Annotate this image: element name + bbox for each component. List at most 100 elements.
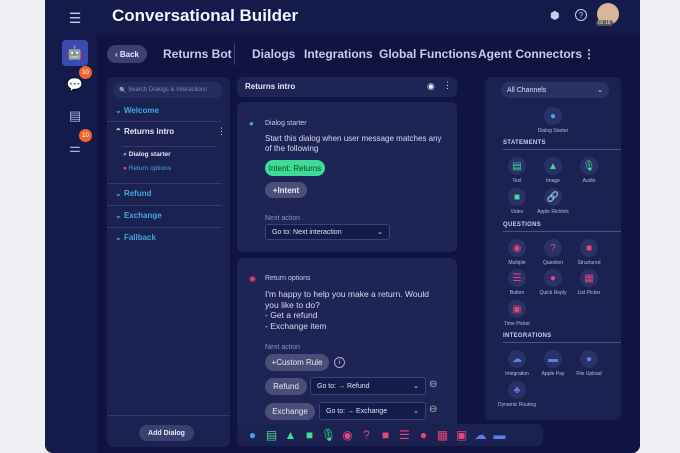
card-label: Dialog starter <box>265 120 307 127</box>
bot-icon[interactable]: 🤖 <box>62 40 88 66</box>
sidebar-item-exchange[interactable]: ⌄ Exchange <box>115 211 162 220</box>
section-questions: QUESTIONS <box>503 222 622 232</box>
cloud-icon[interactable]: ☁ <box>471 428 490 442</box>
sidebar-subitem-return-options[interactable]: ● Return options <box>123 165 171 172</box>
tool-apple-pay[interactable]: ▬ Apple Pay <box>533 350 573 377</box>
tool-multiple[interactable]: ◉ Multiple <box>497 239 537 266</box>
search-placeholder: Search Dialogs & Interactions <box>128 87 208 93</box>
next-action-label: Next action <box>265 215 301 222</box>
intent-chip[interactable]: Intent: Returns <box>265 160 325 176</box>
search-input[interactable]: 🔍 Search Dialogs & Interactions <box>113 82 223 98</box>
sidebar-subitem-dialog-starter[interactable]: ● Dialog starter <box>123 151 171 158</box>
image-icon[interactable]: ▲ <box>281 428 300 442</box>
tool-structured[interactable]: ■ Structured <box>569 239 609 266</box>
tool-list-picker[interactable]: ▦ List Picker <box>569 269 609 296</box>
tool-dynamic-routing[interactable]: ♣ Dynamic Routing <box>497 381 537 408</box>
main-area: ‹ Back Returns Bot Dialogs Integrations … <box>97 35 640 453</box>
tool-dialog-starter[interactable]: ● Dialog Starter <box>533 107 573 134</box>
avatar-time: 02:18 <box>596 20 613 26</box>
rule-goto-exchange[interactable]: Go to: → Exchange ⌄ <box>319 402 426 420</box>
custom-rule-button[interactable]: +Custom Rule <box>265 354 329 371</box>
channel-select[interactable]: All Channels ⌄ <box>501 82 609 98</box>
tab-dialogs[interactable]: Dialogs <box>252 47 295 61</box>
tool-file-upload[interactable]: ● File Upload <box>569 350 609 377</box>
tool-question[interactable]: ? Question <box>533 239 573 266</box>
tool-text[interactable]: ▤ Text <box>497 157 537 184</box>
divider <box>107 183 222 184</box>
info-icon[interactable]: i <box>334 357 345 368</box>
dialog-title: Returns intro <box>245 82 296 91</box>
tool-integration[interactable]: ☁ Integration <box>497 350 537 377</box>
back-button[interactable]: ‹ Back <box>107 45 147 63</box>
divider <box>122 146 217 147</box>
remove-icon[interactable]: ⊖ <box>429 404 437 415</box>
next-action-label: Next action <box>265 344 301 351</box>
sidebar-item-fallback[interactable]: ⌄ Fallback <box>115 233 156 242</box>
menu-icon[interactable]: ☰ <box>65 8 85 28</box>
rule-chip-refund[interactable]: Refund <box>265 378 307 395</box>
multiple-icon[interactable]: ◉ <box>338 428 357 442</box>
tab-integrations[interactable]: Integrations <box>304 47 373 61</box>
divider <box>107 205 222 206</box>
analytics-icon[interactable]: ▤ <box>62 103 88 129</box>
section-statements: STATEMENTS <box>503 140 621 150</box>
sidebar-item-welcome[interactable]: ⌄ Welcome <box>115 106 159 115</box>
video-icon[interactable]: ■ <box>300 428 319 442</box>
bot-name: Returns Bot <box>163 47 232 61</box>
page-title: Conversational Builder <box>112 6 299 25</box>
tool-image[interactable]: ▲ Image <box>533 157 573 184</box>
add-intent-button[interactable]: +Intent <box>265 182 307 198</box>
button-icon[interactable]: ☰ <box>395 428 414 442</box>
badge: 10 <box>79 66 92 79</box>
cube-icon[interactable]: ⬢ <box>550 9 560 22</box>
tool-audio[interactable]: 🎙 Audio <box>569 157 609 184</box>
options-text: I'm happy to help you make a return. Wou… <box>265 289 429 331</box>
conversations-icon[interactable]: 💬 10 <box>62 66 92 98</box>
dialog-starter-icon[interactable]: ● <box>243 428 262 442</box>
more-icon[interactable]: ⋮ <box>583 47 595 61</box>
tool-time-picker[interactable]: ▣ Time Picker <box>497 300 537 327</box>
starter-text: Start this dialog when user message matc… <box>265 134 442 153</box>
sidebar-item-returns-intro[interactable]: ⌃ Returns intro <box>115 127 174 136</box>
left-rail: ☰ 🤖 💬 10 ▤ ⚌ 10 <box>45 0 97 453</box>
chat-icon: ● <box>249 119 254 128</box>
badge: 10 <box>79 129 92 142</box>
component-palette: All Channels ⌄ ● Dialog Starter STATEMENTS… <box>485 77 622 420</box>
list-picker-icon[interactable]: ▦ <box>433 428 452 442</box>
audio-icon[interactable]: 🎙 <box>319 428 338 442</box>
remove-icon[interactable]: ⊖ <box>429 379 437 390</box>
more-icon[interactable]: ⋮ <box>217 126 226 137</box>
chevron-down-icon: ⌄ <box>413 383 419 390</box>
section-integrations: INTEGRATIONS <box>503 333 620 343</box>
tool-video[interactable]: ■ Video <box>497 188 537 215</box>
add-dialog-button[interactable]: Add Dialog <box>139 425 194 441</box>
tab-global-functions[interactable]: Global Functions <box>379 47 477 61</box>
apple-pay-icon[interactable]: ▬ <box>490 428 509 442</box>
more-icon[interactable]: ⋮ <box>443 80 452 91</box>
tool-apple-richlink[interactable]: 🔗 Apple Richlink <box>533 188 573 215</box>
quick-reply-icon[interactable]: ● <box>414 428 433 442</box>
chevron-down-icon: ⌄ <box>377 229 383 236</box>
dialog-starter-card[interactable]: ● Dialog starter Start this dialog when … <box>237 102 457 252</box>
dialogs-sidebar: 🔍 Search Dialogs & Interactions ⌄ Welcom… <box>107 77 230 447</box>
next-action-select[interactable]: Go to: Next interaction ⌄ <box>265 224 390 240</box>
divider <box>234 43 235 65</box>
rule-chip-exchange[interactable]: Exchange <box>265 403 315 420</box>
return-options-card[interactable]: ◉ Return options I'm happy to help you m… <box>237 258 457 428</box>
tab-agent-connectors[interactable]: Agent Connectors <box>478 47 582 61</box>
time-picker-icon[interactable]: ▣ <box>452 428 471 442</box>
sidebar-item-refund[interactable]: ⌄ Refund <box>115 189 152 198</box>
structured-icon[interactable]: ■ <box>376 428 395 442</box>
tool-button[interactable]: ☰ Button <box>497 269 537 296</box>
chevron-down-icon: ⌄ <box>413 408 419 415</box>
tool-quick-reply[interactable]: ● Quick Reply <box>533 269 573 296</box>
question-icon[interactable]: ? <box>357 428 376 442</box>
globe-icon[interactable]: ◉ <box>427 81 435 92</box>
back-label: Back <box>119 49 139 59</box>
dialog-header: Returns intro ◉ ⋮ <box>237 77 457 97</box>
rule-goto-refund[interactable]: Go to: → Refund ⌄ <box>310 377 426 395</box>
text-icon[interactable]: ▤ <box>262 428 281 442</box>
divider <box>107 415 230 416</box>
help-icon[interactable]: ? <box>575 9 587 21</box>
settings-toggle-icon[interactable]: ⚌ 10 <box>62 129 92 161</box>
